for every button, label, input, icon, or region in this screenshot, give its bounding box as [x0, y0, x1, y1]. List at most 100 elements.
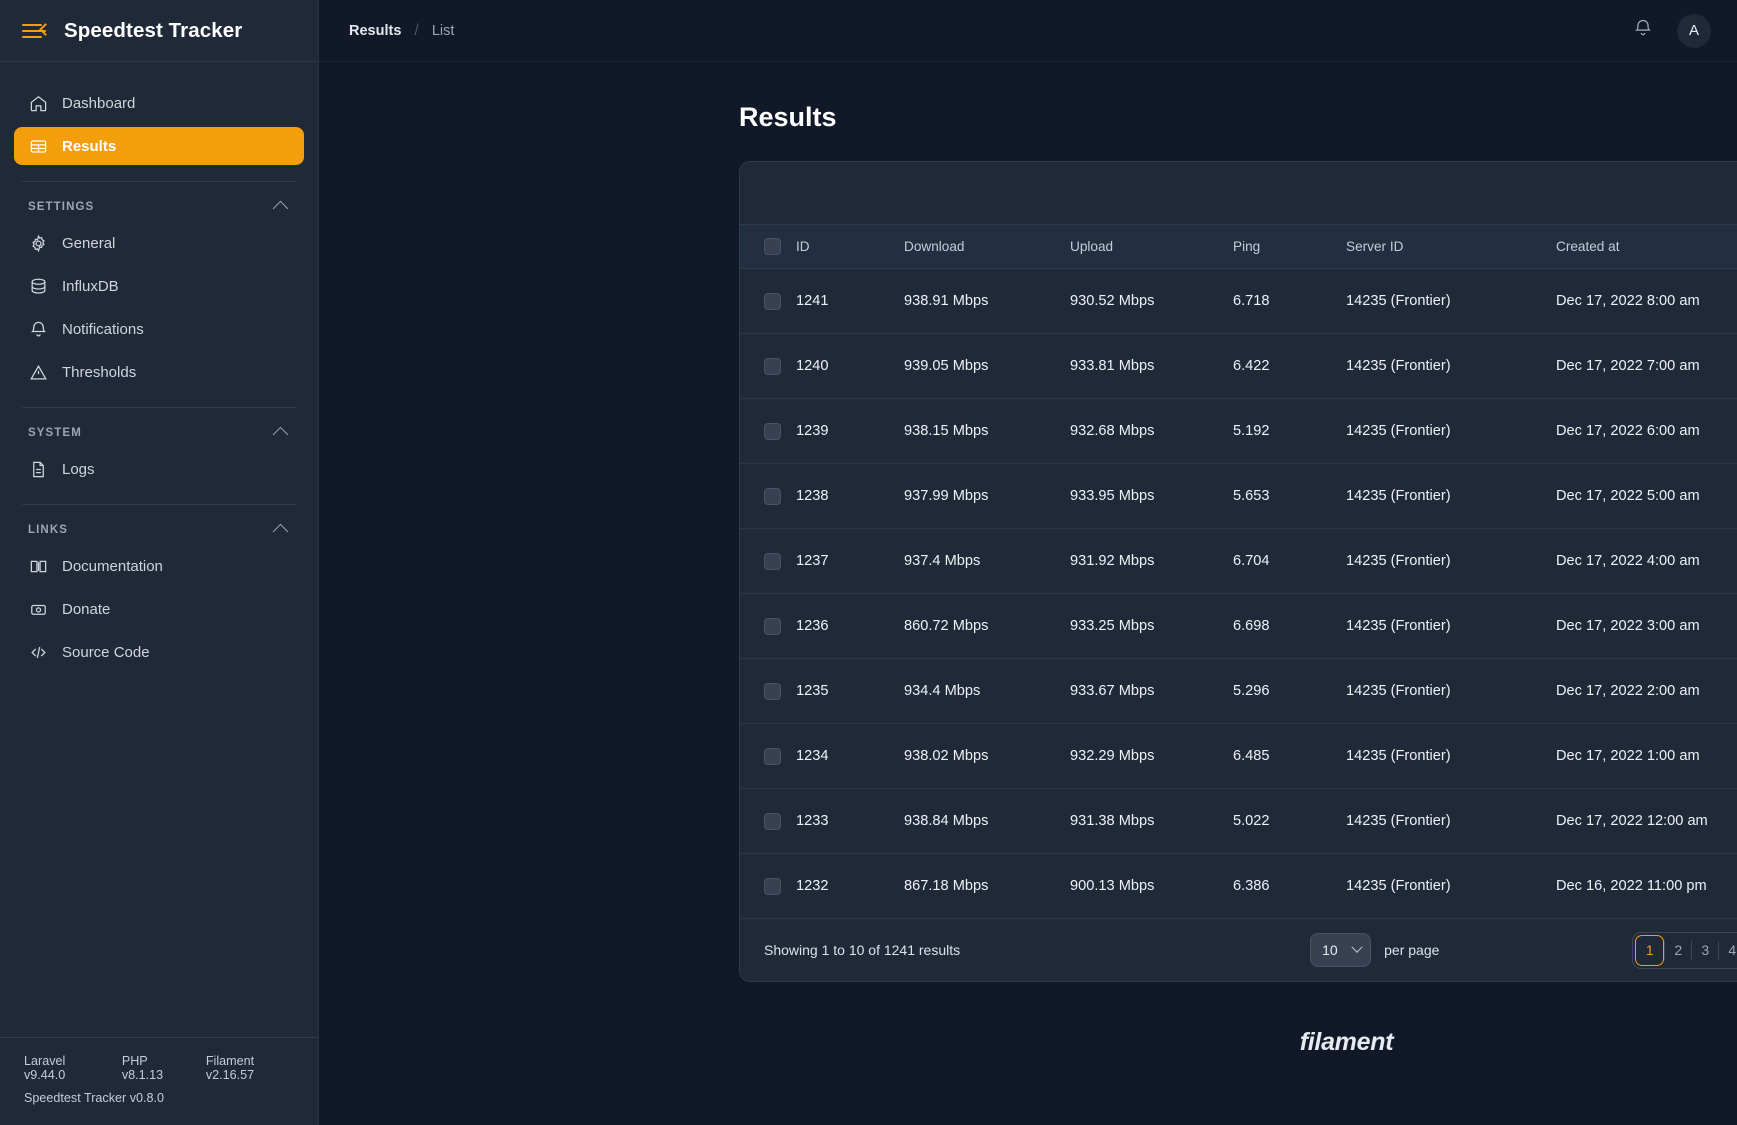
- breadcrumb-current[interactable]: List: [432, 23, 455, 39]
- bell-icon[interactable]: [1633, 18, 1653, 43]
- sidebar-item-notifications[interactable]: Notifications: [14, 310, 304, 348]
- cell-created-at: Dec 17, 2022 5:00 am: [1556, 463, 1737, 529]
- row-checkbox[interactable]: [764, 747, 781, 765]
- topbar-actions: A: [1633, 13, 1711, 48]
- row-select-cell: [740, 788, 796, 854]
- app-root: Speedtest Tracker Dashboard Results SETT…: [0, 0, 1737, 1125]
- row-checkbox[interactable]: [764, 422, 781, 440]
- cell-download: 939.05 Mbps: [904, 333, 1070, 399]
- breadcrumb: Results / List: [349, 22, 454, 40]
- sidebar-item-thresholds[interactable]: Thresholds: [14, 353, 304, 391]
- cell-created-at: Dec 17, 2022 7:00 am: [1556, 333, 1737, 399]
- pagination-page-3[interactable]: 3: [1692, 935, 1718, 966]
- table-row[interactable]: 1239 938.15 Mbps 932.68 Mbps 5.192 14235 (Fr…: [740, 398, 1737, 464]
- sidebar-item-influxdb[interactable]: InfluxDB: [14, 267, 304, 305]
- header-ping[interactable]: Ping: [1233, 224, 1346, 269]
- pagination-page-4[interactable]: 4: [1719, 935, 1737, 966]
- table-row[interactable]: 1238 937.99 Mbps 933.95 Mbps 5.653 14235 (Fr…: [740, 463, 1737, 529]
- cell-ping: 6.422: [1233, 333, 1346, 399]
- row-checkbox[interactable]: [764, 357, 781, 375]
- row-select-cell: [740, 658, 796, 724]
- app-version: Speedtest Tracker v0.8.0: [24, 1091, 165, 1105]
- table-row[interactable]: 1234 938.02 Mbps 932.29 Mbps 6.485 14235 (Fr…: [740, 723, 1737, 789]
- cell-server-id: 14235 (Frontier): [1346, 723, 1556, 789]
- cell-server-id: 14235 (Frontier): [1346, 788, 1556, 854]
- sidebar-group-settings-header[interactable]: SETTINGS: [14, 182, 304, 224]
- sidebar-group-links-header[interactable]: LINKS: [14, 505, 304, 547]
- table-row[interactable]: 1235 934.4 Mbps 933.67 Mbps 5.296 14235 (Fro…: [740, 658, 1737, 724]
- sidebar-group-system-header[interactable]: SYSTEM: [14, 408, 304, 450]
- row-checkbox[interactable]: [764, 292, 781, 310]
- cell-created-at: Dec 17, 2022 3:00 am: [1556, 593, 1737, 659]
- table-header-row: ID Download Upload Ping Server ID Create…: [740, 224, 1737, 269]
- cell-server-id: 14235 (Frontier): [1346, 398, 1556, 464]
- select-all-checkbox[interactable]: [764, 238, 781, 255]
- row-checkbox[interactable]: [764, 812, 781, 830]
- cell-ping: 5.296: [1233, 658, 1346, 724]
- breadcrumb-root[interactable]: Results: [349, 23, 401, 39]
- sidebar-item-label: Logs: [62, 460, 95, 478]
- cell-upload: 933.81 Mbps: [1070, 333, 1233, 399]
- sidebar-item-label: Dashboard: [62, 94, 136, 112]
- header-upload[interactable]: Upload: [1070, 224, 1233, 269]
- header-id[interactable]: ID: [796, 224, 904, 269]
- gear-icon: [28, 233, 48, 253]
- cell-ping: 5.653: [1233, 463, 1346, 529]
- sidebar-item-label: Results: [62, 137, 117, 155]
- table-row[interactable]: 1240 939.05 Mbps 933.81 Mbps 6.422 14235 (Fr…: [740, 333, 1737, 399]
- header-created-at[interactable]: Created at: [1556, 224, 1737, 269]
- header-server-id[interactable]: Server ID: [1346, 224, 1556, 269]
- chevron-up-icon: [272, 200, 289, 217]
- content: Results ID Download Upload Ping Server I…: [319, 62, 1737, 1125]
- row-checkbox[interactable]: [764, 487, 781, 505]
- cell-ping: 6.718: [1233, 268, 1346, 334]
- table-row[interactable]: 1233 938.84 Mbps 931.38 Mbps 5.022 14235 (Fr…: [740, 788, 1737, 854]
- avatar[interactable]: A: [1677, 13, 1711, 48]
- sidebar-item-donate[interactable]: Donate: [14, 590, 304, 628]
- sidebar-nav: Dashboard Results SETTINGS General Influ…: [0, 62, 318, 1037]
- per-page-label: per page: [1384, 942, 1440, 958]
- header-download[interactable]: Download: [904, 224, 1070, 269]
- page-title: Results: [739, 102, 837, 132]
- sidebar-item-results[interactable]: Results: [14, 127, 304, 165]
- hamburger-collapse-icon[interactable]: [22, 21, 52, 41]
- sidebar-item-source-code[interactable]: Source Code: [14, 633, 304, 671]
- pagination-page-1[interactable]: 1: [1635, 934, 1665, 966]
- sidebar-item-general[interactable]: General: [14, 224, 304, 262]
- warning-triangle-icon: [28, 362, 48, 382]
- per-page-control: 10 per page: [1310, 933, 1439, 967]
- cell-id: 1233: [796, 788, 904, 854]
- cell-ping: 5.192: [1233, 398, 1346, 464]
- row-checkbox[interactable]: [764, 552, 781, 570]
- table-toolbar: [740, 162, 1737, 224]
- pagination: 123456...124125›: [1632, 931, 1737, 969]
- book-icon: [28, 556, 48, 576]
- pagination-page-2[interactable]: 2: [1665, 935, 1691, 966]
- sidebar-item-documentation[interactable]: Documentation: [14, 547, 304, 585]
- per-page-select[interactable]: 10: [1310, 933, 1372, 967]
- row-checkbox[interactable]: [764, 617, 781, 635]
- cell-server-id: 14235 (Frontier): [1346, 528, 1556, 594]
- cell-ping: 6.704: [1233, 528, 1346, 594]
- row-select-cell: [740, 723, 796, 789]
- sidebar-item-label: Source Code: [62, 643, 150, 661]
- row-checkbox[interactable]: [764, 682, 781, 700]
- cell-download: 937.99 Mbps: [904, 463, 1070, 529]
- table-row[interactable]: 1241 938.91 Mbps 930.52 Mbps 6.718 14235 (Fr…: [740, 268, 1737, 334]
- cell-server-id: 14235 (Frontier): [1346, 593, 1556, 659]
- table-row[interactable]: 1237 937.4 Mbps 931.92 Mbps 6.704 14235 (Fro…: [740, 528, 1737, 594]
- cell-server-id: 14235 (Frontier): [1346, 268, 1556, 334]
- app-version-row: Speedtest Tracker v0.8.0: [24, 1091, 294, 1105]
- row-checkbox[interactable]: [764, 877, 781, 895]
- sidebar-item-logs[interactable]: Logs: [14, 450, 304, 488]
- code-icon: [28, 642, 48, 662]
- table-row[interactable]: 1236 860.72 Mbps 933.25 Mbps 6.698 14235 (Fr…: [740, 593, 1737, 659]
- table-row[interactable]: 1232 867.18 Mbps 900.13 Mbps 6.386 14235 (Fr…: [740, 853, 1737, 919]
- results-table-card: ID Download Upload Ping Server ID Create…: [739, 161, 1737, 982]
- cell-download: 860.72 Mbps: [904, 593, 1070, 659]
- cell-created-at: Dec 16, 2022 11:00 pm: [1556, 853, 1737, 919]
- database-icon: [28, 276, 48, 296]
- cell-id: 1239: [796, 398, 904, 464]
- page-title-wrap: Results: [349, 62, 1707, 133]
- sidebar-item-dashboard[interactable]: Dashboard: [14, 84, 304, 122]
